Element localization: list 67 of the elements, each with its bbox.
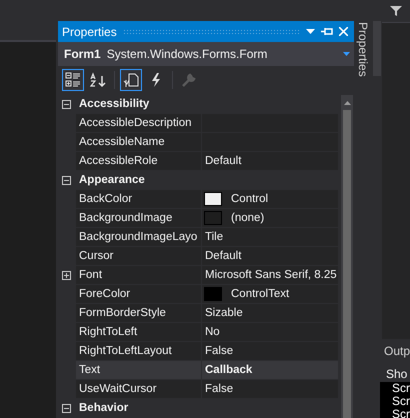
scrollbar[interactable] — [341, 95, 353, 418]
filter-icon[interactable] — [390, 5, 402, 17]
collapse-icon[interactable] — [62, 100, 71, 108]
property-name[interactable]: RightToLeft — [76, 323, 201, 341]
console-line: Scr — [392, 395, 410, 408]
property-value[interactable]: Sizable — [205, 307, 243, 319]
property-name[interactable]: AccessibleDescription — [76, 114, 201, 132]
window-title: Properties — [62, 24, 117, 38]
category-label[interactable]: Accessibility — [76, 95, 150, 113]
property-name[interactable]: BackgroundImageLayo — [76, 228, 201, 246]
property-name[interactable]: BackColor — [76, 190, 201, 208]
property-value[interactable]: Microsoft Sans Serif, 8.25 — [205, 269, 337, 281]
close-icon[interactable] — [339, 27, 348, 36]
value-cell[interactable]: Sizable — [202, 304, 338, 322]
show-label: Sho — [385, 366, 408, 381]
property-value[interactable]: False — [205, 383, 234, 395]
expand-icon[interactable] — [62, 270, 71, 280]
value-cell[interactable]: (none) — [202, 209, 338, 227]
category-label[interactable]: Appearance — [76, 171, 145, 189]
property-value[interactable]: ControlText — [231, 288, 290, 300]
value-cell[interactable]: Microsoft Sans Serif, 8.25 — [202, 266, 338, 284]
value-cell[interactable]: ControlText — [202, 285, 338, 303]
scroll-up-icon[interactable] — [344, 101, 350, 105]
collapse-icon[interactable] — [62, 176, 71, 184]
property-value[interactable]: Callback — [205, 364, 252, 376]
console-line: Scr — [392, 382, 410, 395]
side-tab[interactable]: Properties — [356, 20, 370, 77]
property-name[interactable]: UseWaitCursor — [76, 380, 201, 398]
categorized-icon[interactable] — [62, 69, 84, 91]
property-value[interactable]: Control — [231, 193, 268, 205]
scroll-thumb[interactable] — [343, 110, 351, 418]
category-label[interactable]: Behavior — [76, 399, 128, 417]
property-name[interactable]: Cursor — [76, 247, 201, 265]
scrollbar[interactable] — [373, 21, 381, 76]
property-value[interactable]: Default — [205, 250, 242, 262]
property-name[interactable]: BackgroundImage — [76, 209, 201, 227]
property-name[interactable]: FormBorderStyle — [76, 304, 201, 322]
console-line: Scr — [392, 408, 410, 418]
dropdown-icon[interactable] — [306, 29, 315, 34]
page-icon[interactable] — [120, 69, 142, 91]
property-value[interactable]: False — [205, 345, 234, 357]
collapse-icon[interactable] — [62, 404, 71, 412]
object-type: System.Windows.Forms.Form — [106, 47, 268, 61]
property-name[interactable]: ForeColor — [76, 285, 201, 303]
value-cell[interactable]: Default — [202, 247, 338, 265]
value-cell[interactable]: False — [202, 380, 338, 398]
property-name[interactable]: AccessibleName — [76, 133, 201, 151]
value-cell[interactable]: Callback — [202, 361, 338, 379]
value-cell[interactable]: No — [202, 323, 338, 341]
value-cell[interactable]: Default — [202, 152, 338, 170]
property-name[interactable]: Font — [76, 266, 201, 284]
caret-icon[interactable] — [343, 52, 350, 56]
property-value[interactable]: Tile — [205, 231, 224, 243]
value-cell[interactable]: Tile — [202, 228, 338, 246]
property-name[interactable]: AccessibleRole — [76, 152, 201, 170]
property-value[interactable]: No — [205, 326, 220, 338]
object-selector[interactable]: Form1 System.Windows.Forms.Form — [58, 42, 354, 66]
object-name: Form1 — [64, 47, 101, 61]
property-name[interactable]: RightToLeftLayout — [76, 342, 201, 360]
pin-icon[interactable] — [321, 27, 333, 36]
drag-grip[interactable] — [122, 29, 300, 34]
property-name[interactable]: Text — [76, 361, 201, 379]
property-value[interactable]: Default — [205, 155, 242, 167]
value-cell[interactable]: False — [202, 342, 338, 360]
value-cell[interactable]: Control — [202, 190, 338, 208]
panel-title: Outp — [383, 343, 410, 358]
property-value[interactable]: (none) — [231, 212, 264, 224]
